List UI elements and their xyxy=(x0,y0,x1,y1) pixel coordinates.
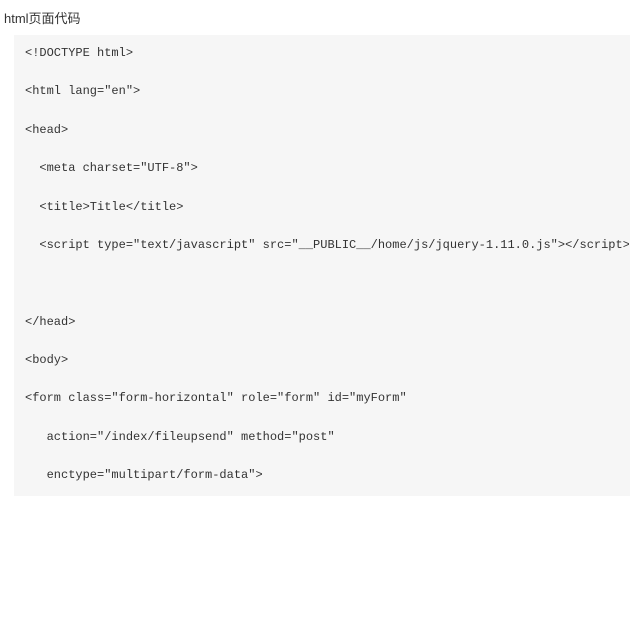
code-line xyxy=(25,102,619,121)
code-line: enctype="multipart/form-data"> xyxy=(25,466,619,485)
code-line xyxy=(25,447,619,466)
code-line xyxy=(25,332,619,351)
code-line: <meta charset="UTF-8"> xyxy=(25,159,619,178)
code-line xyxy=(25,217,619,236)
code-line xyxy=(25,255,619,274)
code-line xyxy=(25,63,619,82)
code-line xyxy=(25,293,619,312)
code-line: <body> xyxy=(25,351,619,370)
code-line xyxy=(25,370,619,389)
code-line: <head> xyxy=(25,121,619,140)
code-line: <script type="text/javascript" src="__PU… xyxy=(25,236,619,255)
code-line xyxy=(25,409,619,428)
code-line: action="/index/fileupsend" method="post" xyxy=(25,428,619,447)
code-block: <!DOCTYPE html> <html lang="en"> <head> … xyxy=(14,35,630,496)
code-line: <html lang="en"> xyxy=(25,82,619,101)
code-line: <form class="form-horizontal" role="form… xyxy=(25,389,619,408)
code-line: </head> xyxy=(25,313,619,332)
code-line: <!DOCTYPE html> xyxy=(25,44,619,63)
code-line: <title>Title</title> xyxy=(25,198,619,217)
code-line xyxy=(25,140,619,159)
code-line xyxy=(25,178,619,197)
section-heading: html页面代码 xyxy=(0,0,640,35)
code-line xyxy=(25,274,619,293)
